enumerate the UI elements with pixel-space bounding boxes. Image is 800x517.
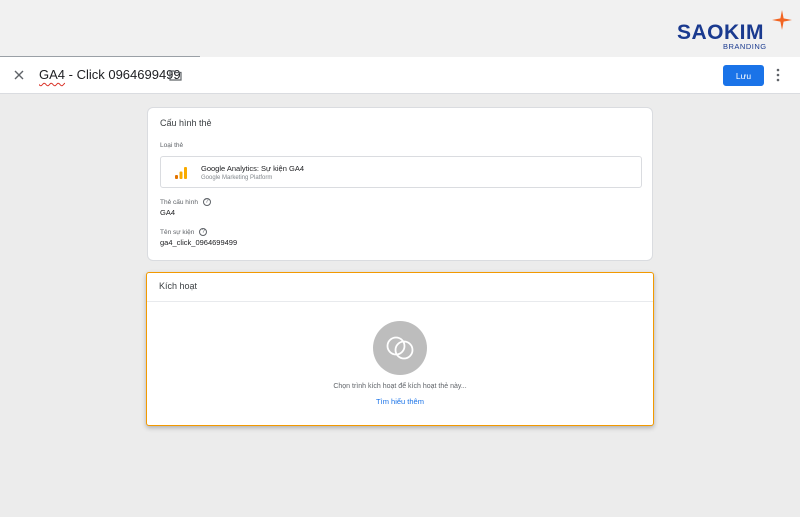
brand-logo: SAOKIM BRANDING [677,10,792,52]
add-trigger-button[interactable] [373,321,427,375]
folder-icon[interactable] [169,69,182,81]
tag-type-label: Loại thẻ [160,142,183,149]
tag-type-selector[interactable]: Google Analytics: Sự kiện GA4 Google Mar… [160,156,642,188]
config-tag-value: GA4 [160,208,176,217]
event-name-value: ga4_click_0964699499 [160,238,238,247]
tag-type-provider: Google Marketing Platform [201,175,273,181]
triggering-card[interactable]: Kích hoạt Chọn trình kích hoạt để kích h… [146,272,654,426]
help-icon[interactable]: ? [199,228,208,236]
google-analytics-icon [175,167,187,179]
config-card-title: Cấu hình thẻ [160,118,212,128]
tag-name-title[interactable]: GA4 - Click 0964699499 [39,67,181,82]
trigger-card-header: Kích hoạt [147,273,653,302]
more-vert-icon[interactable] [775,68,781,82]
tag-name-rest: - Click 0964699499 [65,67,181,82]
tag-type-label-text: Loại thẻ [160,142,184,149]
config-tag-label-text: Thẻ cấu hình [160,198,198,206]
brand-tagline: BRANDING [723,42,767,51]
learn-more-link[interactable]: Tìm hiểu thêm [147,397,653,406]
trigger-icon [386,336,414,360]
editor-header: GA4 - Click 0964699499 Lưu [0,57,800,94]
trigger-hint-text: Chọn trình kích hoạt để kích hoạt thẻ nà… [333,383,467,390]
tag-type-name: Google Analytics: Sự kiện GA4 [201,164,304,173]
trigger-card-title: Kích hoạt [159,281,198,291]
star-icon [772,10,792,30]
save-button[interactable]: Lưu [723,65,764,86]
close-icon[interactable] [12,68,26,82]
help-icon[interactable]: ? [202,198,211,206]
config-tag-label: Thẻ cấu hình ? [160,198,211,206]
tag-configuration-card[interactable]: Cấu hình thẻ Loại thẻ Google Analytics: … [147,107,653,261]
event-name-label-text: Tên sự kiện [160,228,195,236]
event-name-label: Tên sự kiện ? [160,228,208,236]
tag-name-prefix: GA4 [39,67,66,82]
